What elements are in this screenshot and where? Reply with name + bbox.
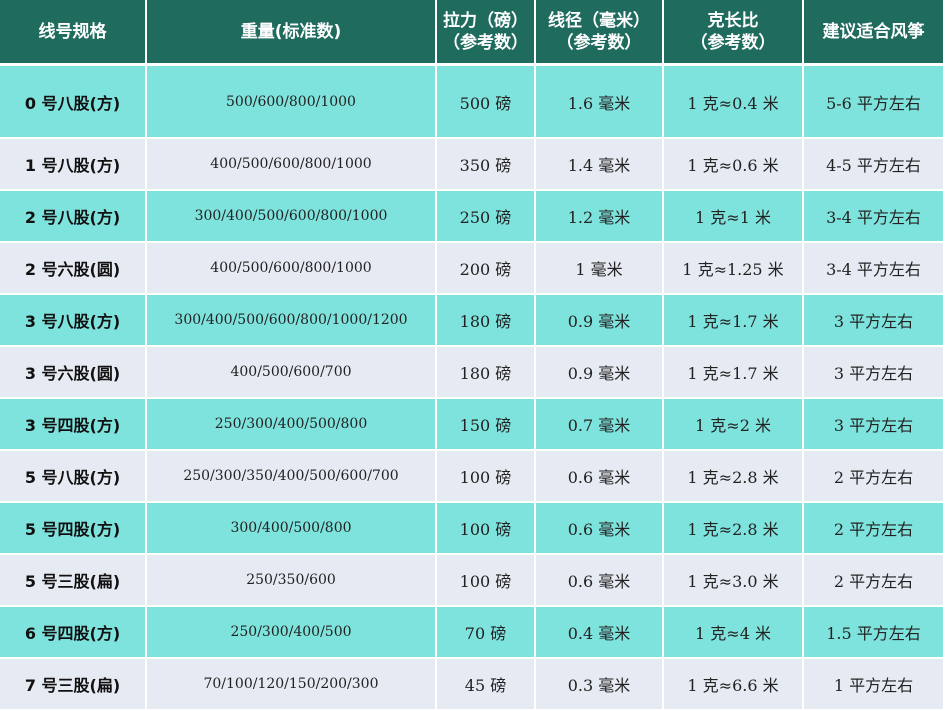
table-row: 2 号六股(圆) 400/500/600/800/1000 200 磅 1 毫米… (0, 243, 945, 295)
cell-kite: 3 平方左右 (804, 347, 945, 399)
table-row: 7 号三股(扁) 70/100/120/150/200/300 45 磅 0.3… (0, 659, 945, 711)
cell-tension: 350 磅 (437, 139, 536, 191)
cell-spec: 3 号六股(圆) (0, 347, 147, 399)
table-row: 2 号八股(方) 300/400/500/600/800/1000 250 磅 … (0, 191, 945, 243)
cell-weight: 250/300/400/500 (147, 607, 437, 659)
cell-kite: 2 平方左右 (804, 555, 945, 607)
header-diameter: 线径（毫米） （参考数） (536, 0, 664, 66)
cell-kite: 4-5 平方左右 (804, 139, 945, 191)
cell-diameter: 0.9 毫米 (536, 295, 664, 347)
cell-ratio: 1 克≈0.6 米 (664, 139, 804, 191)
header-tension: 拉力（磅） （参考数） (437, 0, 536, 66)
cell-tension: 500 磅 (437, 66, 536, 139)
cell-ratio: 1 克≈2.8 米 (664, 451, 804, 503)
header-ratio: 克长比 （参考数） (664, 0, 804, 66)
cell-weight: 400/500/600/800/1000 (147, 243, 437, 295)
header-tension-line1: 拉力（磅） (443, 10, 528, 31)
cell-kite: 3 平方左右 (804, 399, 945, 451)
cell-ratio: 1 克≈3.0 米 (664, 555, 804, 607)
cell-tension: 180 磅 (437, 295, 536, 347)
cell-tension: 250 磅 (437, 191, 536, 243)
table-row: 5 号八股(方) 250/300/350/400/500/600/700 100… (0, 451, 945, 503)
cell-weight: 250/350/600 (147, 555, 437, 607)
cell-ratio: 1 克≈1 米 (664, 191, 804, 243)
header-weight: 重量(标准数) (147, 0, 437, 66)
table-row: 3 号六股(圆) 400/500/600/700 180 磅 0.9 毫米 1 … (0, 347, 945, 399)
header-diameter-line2: （参考数） (556, 32, 642, 53)
cell-kite: 1.5 平方左右 (804, 607, 945, 659)
cell-diameter: 0.6 毫米 (536, 451, 664, 503)
cell-ratio: 1 克≈0.4 米 (664, 66, 804, 139)
cell-weight: 500/600/800/1000 (147, 66, 437, 139)
table-row: 0 号八股(方) 500/600/800/1000 500 磅 1.6 毫米 1… (0, 66, 945, 139)
cell-spec: 5 号四股(方) (0, 503, 147, 555)
cell-tension: 100 磅 (437, 451, 536, 503)
cell-kite: 5-6 平方左右 (804, 66, 945, 139)
cell-diameter: 1.2 毫米 (536, 191, 664, 243)
table-row: 6 号四股(方) 250/300/400/500 70 磅 0.4 毫米 1 克… (0, 607, 945, 659)
cell-diameter: 0.6 毫米 (536, 503, 664, 555)
cell-weight: 400/500/600/800/1000 (147, 139, 437, 191)
cell-kite: 3-4 平方左右 (804, 243, 945, 295)
header-tension-line2: （参考数） (443, 32, 528, 53)
cell-diameter: 0.6 毫米 (536, 555, 664, 607)
cell-spec: 5 号八股(方) (0, 451, 147, 503)
cell-diameter: 0.4 毫米 (536, 607, 664, 659)
cell-spec: 3 号八股(方) (0, 295, 147, 347)
cell-weight: 300/400/500/600/800/1000/1200 (147, 295, 437, 347)
cell-ratio: 1 克≈6.6 米 (664, 659, 804, 711)
cell-tension: 200 磅 (437, 243, 536, 295)
cell-tension: 70 磅 (437, 607, 536, 659)
cell-diameter: 0.3 毫米 (536, 659, 664, 711)
cell-kite: 2 平方左右 (804, 451, 945, 503)
header-ratio-line2: （参考数） (690, 32, 776, 53)
cell-kite: 2 平方左右 (804, 503, 945, 555)
cell-spec: 0 号八股(方) (0, 66, 147, 139)
cell-spec: 2 号六股(圆) (0, 243, 147, 295)
table-row: 3 号四股(方) 250/300/400/500/800 150 磅 0.7 毫… (0, 399, 945, 451)
table-row: 5 号三股(扁) 250/350/600 100 磅 0.6 毫米 1 克≈3.… (0, 555, 945, 607)
cell-ratio: 1 克≈1.25 米 (664, 243, 804, 295)
cell-tension: 100 磅 (437, 503, 536, 555)
cell-tension: 100 磅 (437, 555, 536, 607)
cell-diameter: 1 毫米 (536, 243, 664, 295)
cell-kite: 1 平方左右 (804, 659, 945, 711)
cell-weight: 300/400/500/600/800/1000 (147, 191, 437, 243)
header-row: 线号规格 重量(标准数) 拉力（磅） （参考数） 线径（毫米） （参考数） 克长… (0, 0, 945, 66)
table-row: 3 号八股(方) 300/400/500/600/800/1000/1200 1… (0, 295, 945, 347)
cell-weight: 300/400/500/800 (147, 503, 437, 555)
cell-spec: 5 号三股(扁) (0, 555, 147, 607)
header-diameter-line1: 线径（毫米） (548, 10, 650, 31)
cell-spec: 7 号三股(扁) (0, 659, 147, 711)
header-spec: 线号规格 (0, 0, 147, 66)
cell-diameter: 0.7 毫米 (536, 399, 664, 451)
cell-ratio: 1 克≈1.7 米 (664, 295, 804, 347)
cell-ratio: 1 克≈4 米 (664, 607, 804, 659)
cell-spec: 1 号八股(方) (0, 139, 147, 191)
cell-spec: 2 号八股(方) (0, 191, 147, 243)
cell-kite: 3-4 平方左右 (804, 191, 945, 243)
cell-weight: 250/300/400/500/800 (147, 399, 437, 451)
cell-weight: 70/100/120/150/200/300 (147, 659, 437, 711)
cell-kite: 3 平方左右 (804, 295, 945, 347)
cell-diameter: 1.6 毫米 (536, 66, 664, 139)
cell-tension: 45 磅 (437, 659, 536, 711)
cell-spec: 3 号四股(方) (0, 399, 147, 451)
kite-line-spec-table: 线号规格 重量(标准数) 拉力（磅） （参考数） 线径（毫米） （参考数） 克长… (0, 0, 945, 711)
cell-tension: 150 磅 (437, 399, 536, 451)
cell-ratio: 1 克≈2 米 (664, 399, 804, 451)
cell-weight: 400/500/600/700 (147, 347, 437, 399)
cell-spec: 6 号四股(方) (0, 607, 147, 659)
table-row: 1 号八股(方) 400/500/600/800/1000 350 磅 1.4 … (0, 139, 945, 191)
cell-diameter: 0.9 毫米 (536, 347, 664, 399)
cell-tension: 180 磅 (437, 347, 536, 399)
cell-ratio: 1 克≈1.7 米 (664, 347, 804, 399)
cell-ratio: 1 克≈2.8 米 (664, 503, 804, 555)
table-row: 5 号四股(方) 300/400/500/800 100 磅 0.6 毫米 1 … (0, 503, 945, 555)
header-ratio-line1: 克长比 (707, 10, 759, 31)
header-kite: 建议适合风筝 (804, 0, 945, 66)
cell-diameter: 1.4 毫米 (536, 139, 664, 191)
cell-weight: 250/300/350/400/500/600/700 (147, 451, 437, 503)
